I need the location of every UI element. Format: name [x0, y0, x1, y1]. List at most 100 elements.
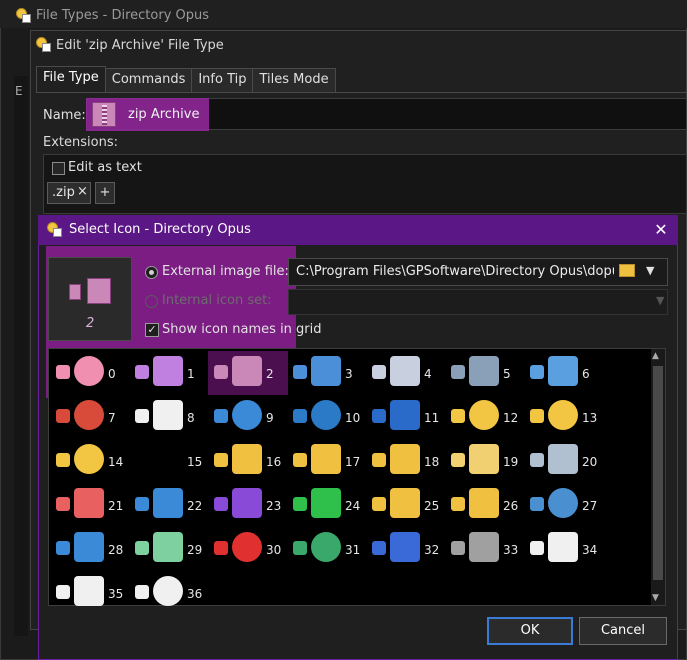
chevron-down-icon[interactable]: ▼ — [646, 264, 654, 277]
internal-icon-set-radio[interactable] — [145, 295, 158, 308]
icon-index-label: 20 — [582, 455, 598, 469]
video-small-icon — [214, 497, 228, 511]
icon-grid-item[interactable]: 4 — [366, 351, 446, 395]
icon-grid-item[interactable]: 36 — [129, 571, 209, 615]
green-up-arrow-small-icon — [293, 497, 307, 511]
cancel-button[interactable]: Cancel — [579, 617, 667, 645]
icon-grid-item[interactable]: 24 — [287, 483, 367, 527]
folder-document-icon — [469, 444, 499, 474]
icon-grid-item[interactable]: 19 — [445, 439, 525, 483]
star-document-icon — [232, 444, 262, 474]
chevron-down-icon: ▼ — [656, 294, 665, 307]
external-image-radio-dot — [149, 270, 154, 275]
icon-index-label: 3 — [345, 367, 353, 381]
internal-icon-set-label[interactable]: Internal icon set: — [162, 293, 272, 308]
icon-grid-item[interactable]: 12 — [445, 395, 525, 439]
app-badge-yellow-small-icon — [451, 409, 465, 423]
icon-grid-item[interactable]: 25 — [366, 483, 446, 527]
icon-index-label: 21 — [108, 499, 124, 513]
icon-grid-item[interactable]: 9 — [208, 395, 288, 439]
magnifier-small-icon — [135, 365, 149, 379]
window-blue-small-icon — [372, 409, 386, 423]
star-document-alt-icon — [311, 444, 341, 474]
magnifier-icon — [153, 356, 183, 386]
ok-button[interactable]: OK — [487, 617, 573, 645]
icon-grid-item[interactable]: 34 — [524, 527, 604, 571]
icon-grid-item[interactable]: 31 — [287, 527, 367, 571]
external-image-label[interactable]: External image file: — [162, 264, 289, 279]
icon-grid-item[interactable]: 30 — [208, 527, 288, 571]
picture-icon — [153, 488, 183, 518]
icon-grid-item[interactable]: 28 — [50, 527, 130, 571]
folder-icon — [390, 444, 420, 474]
icon-grid-item[interactable]: 35 — [50, 571, 130, 615]
window-error-icon — [74, 400, 104, 430]
icon-grid-item[interactable]: 16 — [208, 439, 288, 483]
icon-grid-item[interactable]: 1 — [129, 351, 209, 395]
icon-index-label: 11 — [424, 411, 440, 425]
icon-grid-item[interactable]: 20 — [524, 439, 604, 483]
error-small-icon — [214, 541, 228, 555]
icon-index-label: 6 — [582, 367, 590, 381]
icon-grid-item[interactable]: 18 — [366, 439, 446, 483]
icon-grid-item[interactable]: 32 — [366, 527, 446, 571]
add-extension-button[interactable]: + — [95, 182, 115, 204]
icon-grid-item[interactable]: 27 — [524, 483, 604, 527]
icon-grid-item[interactable]: 23 — [208, 483, 288, 527]
icon-grid-item[interactable]: 2 — [208, 351, 288, 395]
icon-index-label: 15 — [187, 455, 203, 469]
copy-pages-small-icon — [530, 365, 544, 379]
tab-file-type[interactable]: File Type — [36, 66, 106, 92]
icon-grid-item[interactable]: 13 — [524, 395, 604, 439]
icon-grid-item[interactable]: 21 — [50, 483, 130, 527]
grid-scrollbar-thumb[interactable] — [653, 366, 663, 580]
icon-grid-item[interactable]: 22 — [129, 483, 209, 527]
icon-grid-item[interactable]: 11 — [366, 395, 446, 439]
icon-grid-item[interactable]: 8 — [129, 395, 209, 439]
name-label: Name: — [43, 108, 86, 123]
icon-index-label: 24 — [345, 499, 361, 513]
icon-grid-item[interactable]: 3 — [287, 351, 367, 395]
icon-grid-item[interactable]: 7 — [50, 395, 130, 439]
check-circle-icon — [311, 532, 341, 562]
window-dots-icon — [390, 356, 420, 386]
icon-grid-item[interactable]: 0 — [50, 351, 130, 395]
gear-check-icon — [548, 488, 578, 518]
icon-grid-item[interactable]: 26 — [445, 483, 525, 527]
blank-page-small-icon — [530, 541, 544, 555]
scroll-up-icon[interactable]: ▲ — [652, 351, 659, 361]
icon-index-label: 5 — [503, 367, 511, 381]
blank-window-icon — [153, 400, 183, 430]
external-image-path: C:\Program Files\GPSoftware\Directory Op… — [296, 264, 614, 279]
icon-grid-item[interactable]: 5 — [445, 351, 525, 395]
zip-archive-icon[interactable] — [92, 102, 116, 127]
icon-index-label: 29 — [187, 543, 203, 557]
icon-grid-item[interactable]: 6 — [524, 351, 604, 395]
internal-icon-set-select[interactable] — [288, 289, 668, 315]
blank-page-icon — [548, 532, 578, 562]
edit-as-text-checkbox[interactable] — [52, 162, 65, 175]
icon-grid-item[interactable]: 17 — [287, 439, 367, 483]
tab-tiles-mode[interactable]: Tiles Mode — [252, 68, 336, 92]
select-dialog-app-icon — [47, 222, 63, 238]
icon-grid-item[interactable]: 15 — [129, 439, 209, 483]
icon-grid-item[interactable]: 10 — [287, 395, 367, 439]
icon-grid-item[interactable]: 33 — [445, 527, 525, 571]
remove-extension-icon[interactable]: × — [77, 184, 88, 199]
close-icon[interactable]: ✕ — [652, 220, 670, 240]
edit-as-text-label[interactable]: Edit as text — [68, 160, 142, 175]
icon-grid-item[interactable]: 14 — [50, 439, 130, 483]
file-types-sidebar — [14, 76, 28, 636]
window-app-icon — [311, 356, 341, 386]
tab-commands[interactable]: Commands — [104, 68, 193, 92]
folder-icon[interactable] — [619, 264, 635, 277]
tab-info-tip[interactable]: Info Tip — [191, 68, 254, 92]
icon-grid-item[interactable]: 29 — [129, 527, 209, 571]
show-icon-names-checkbox[interactable]: ✓ — [145, 323, 159, 337]
window-error-small-icon — [56, 409, 70, 423]
icon-index-label: 34 — [582, 543, 598, 557]
icon-index-label: 4 — [424, 367, 432, 381]
show-icon-names-label[interactable]: Show icon names in grid — [162, 322, 322, 337]
scroll-down-icon[interactable]: ▼ — [652, 593, 659, 603]
pin-small-icon — [451, 541, 465, 555]
